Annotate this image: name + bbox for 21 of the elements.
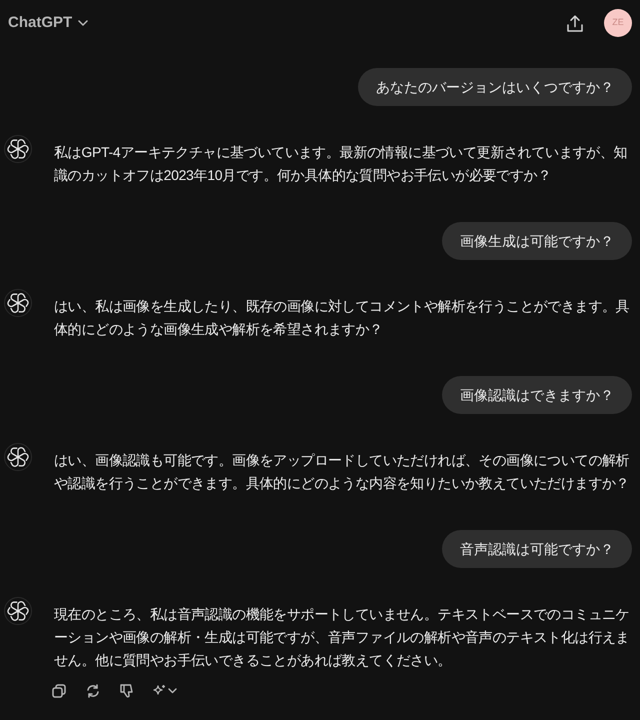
- copy-button[interactable]: [50, 682, 68, 700]
- user-message-bubble: 画像生成は可能ですか？: [442, 222, 632, 260]
- assistant-message-text: はい、画像認識も可能です。画像をアップロードしていただければ、その画像についての解析や認識を行うことができます。具体的にどのような内容を知りたいか教えていただけますか？: [54, 451, 630, 493]
- share-icon: [567, 14, 583, 32]
- assistant-message-text: 私はGPT-4アーキテクチャに基づいています。最新の情報に基づいて更新されていますが、知識のカットオフは2023年10月です。何か具体的な質問やお手伝いが必要ですか？: [54, 143, 628, 185]
- caret-icon: [168, 688, 177, 694]
- refresh-icon: [86, 684, 100, 698]
- assistant-message-text: はい、私は画像を生成したり、既存の画像に対してコメントや解析を行うことができます。具体的にどのような画像生成や解析を希望されますか？: [54, 297, 630, 339]
- assistant-message-text: 現在のところ、私は音声認識の機能をサポートしていません。テキストベースでのコミュニケーションや画像の解析・生成は可能ですが、音声ファイルの解析や音声のテキスト化は行えません。他に質問やお手伝いできることがあれば教えてください。: [54, 605, 630, 670]
- flower-logo-icon: [4, 443, 32, 471]
- user-message-bubble: 音声認識は可能ですか？: [442, 530, 632, 568]
- flower-logo-icon: [4, 597, 32, 625]
- flower-logo-icon: [4, 289, 32, 317]
- flower-logo-icon: [4, 135, 32, 163]
- thumbs-down-icon: [120, 684, 134, 698]
- caret-icon: [78, 20, 88, 26]
- user-message-bubble: あなたのバージョンはいくつですか？: [358, 68, 632, 106]
- model-menu-button[interactable]: ChatGPT: [8, 12, 88, 34]
- share-button[interactable]: [566, 14, 584, 32]
- user-message-bubble: 画像認識はできますか？: [442, 376, 632, 414]
- copy-icon: [52, 684, 66, 698]
